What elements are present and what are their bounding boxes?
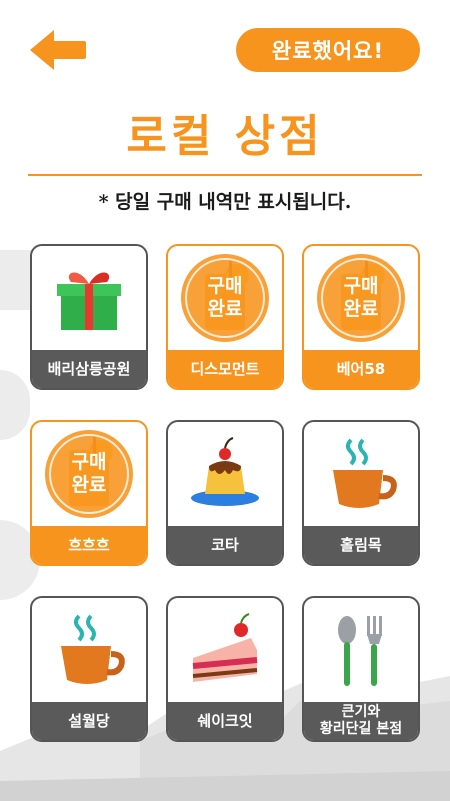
cake-slice-icon (192, 613, 258, 682)
gift-icon (57, 272, 121, 330)
notice-text: * 당일 구매 내역만 표시됩니다. (98, 191, 352, 213)
store-name: 큰기와 황리단길 본점 (304, 702, 418, 740)
hot-coffee-cup-icon (333, 438, 397, 508)
store-grid: 배리삼릉공원 구매 완료 디스모먼트 구매 완료 베어58 구매 완료 흐흐흐 코타 홀림목 설월… (30, 244, 420, 742)
store-card[interactable]: 큰기와 황리단길 본점 (302, 596, 420, 742)
store-image: 구매 완료 (168, 246, 282, 350)
store-name: 배리삼릉공원 (32, 350, 146, 388)
store-image (32, 246, 146, 350)
store-card[interactable]: 쉐이크잇 (166, 596, 284, 742)
store-card[interactable]: 구매 완료베어58 (302, 244, 420, 390)
store-image (304, 598, 418, 702)
spoon-fork-icon (338, 616, 382, 686)
pudding-icon (191, 437, 259, 506)
store-card[interactable]: 구매 완료디스모먼트 (166, 244, 284, 390)
store-name: 코타 (168, 526, 282, 564)
background-band (0, 370, 30, 440)
store-image: 구매 완료 (32, 422, 146, 526)
store-card[interactable]: 설월당 (30, 596, 148, 742)
store-name: 디스모먼트 (168, 350, 282, 388)
stamp-label: 구매 완료 (343, 275, 379, 320)
store-name: 쉐이크잇 (168, 702, 282, 740)
store-card[interactable]: 홀림목 (302, 420, 420, 566)
store-image (168, 422, 282, 526)
purchased-stamp: 구매 완료 (317, 254, 405, 342)
arrow-left-icon (30, 30, 86, 70)
done-button[interactable]: 완료했어요! (236, 28, 420, 72)
hot-coffee-cup-icon (61, 614, 125, 684)
store-name: 베어58 (304, 350, 418, 388)
purchased-stamp: 구매 완료 (181, 254, 269, 342)
title-divider (28, 174, 422, 176)
stamp-label: 구매 완료 (71, 451, 107, 496)
store-image (168, 598, 282, 702)
store-card[interactable]: 코타 (166, 420, 284, 566)
store-card[interactable]: 구매 완료흐흐흐 (30, 420, 148, 566)
store-card[interactable]: 배리삼릉공원 (30, 244, 148, 390)
store-image: 구매 완료 (304, 246, 418, 350)
store-name: 홀림목 (304, 526, 418, 564)
page-title: 로컬 상점 (126, 111, 324, 162)
store-image (304, 422, 418, 526)
store-image (32, 598, 146, 702)
stamp-label: 구매 완료 (207, 275, 243, 320)
store-name: 흐흐흐 (32, 526, 146, 564)
back-arrow-button[interactable] (26, 26, 90, 74)
purchased-stamp: 구매 완료 (45, 430, 133, 518)
store-name: 설월당 (32, 702, 146, 740)
